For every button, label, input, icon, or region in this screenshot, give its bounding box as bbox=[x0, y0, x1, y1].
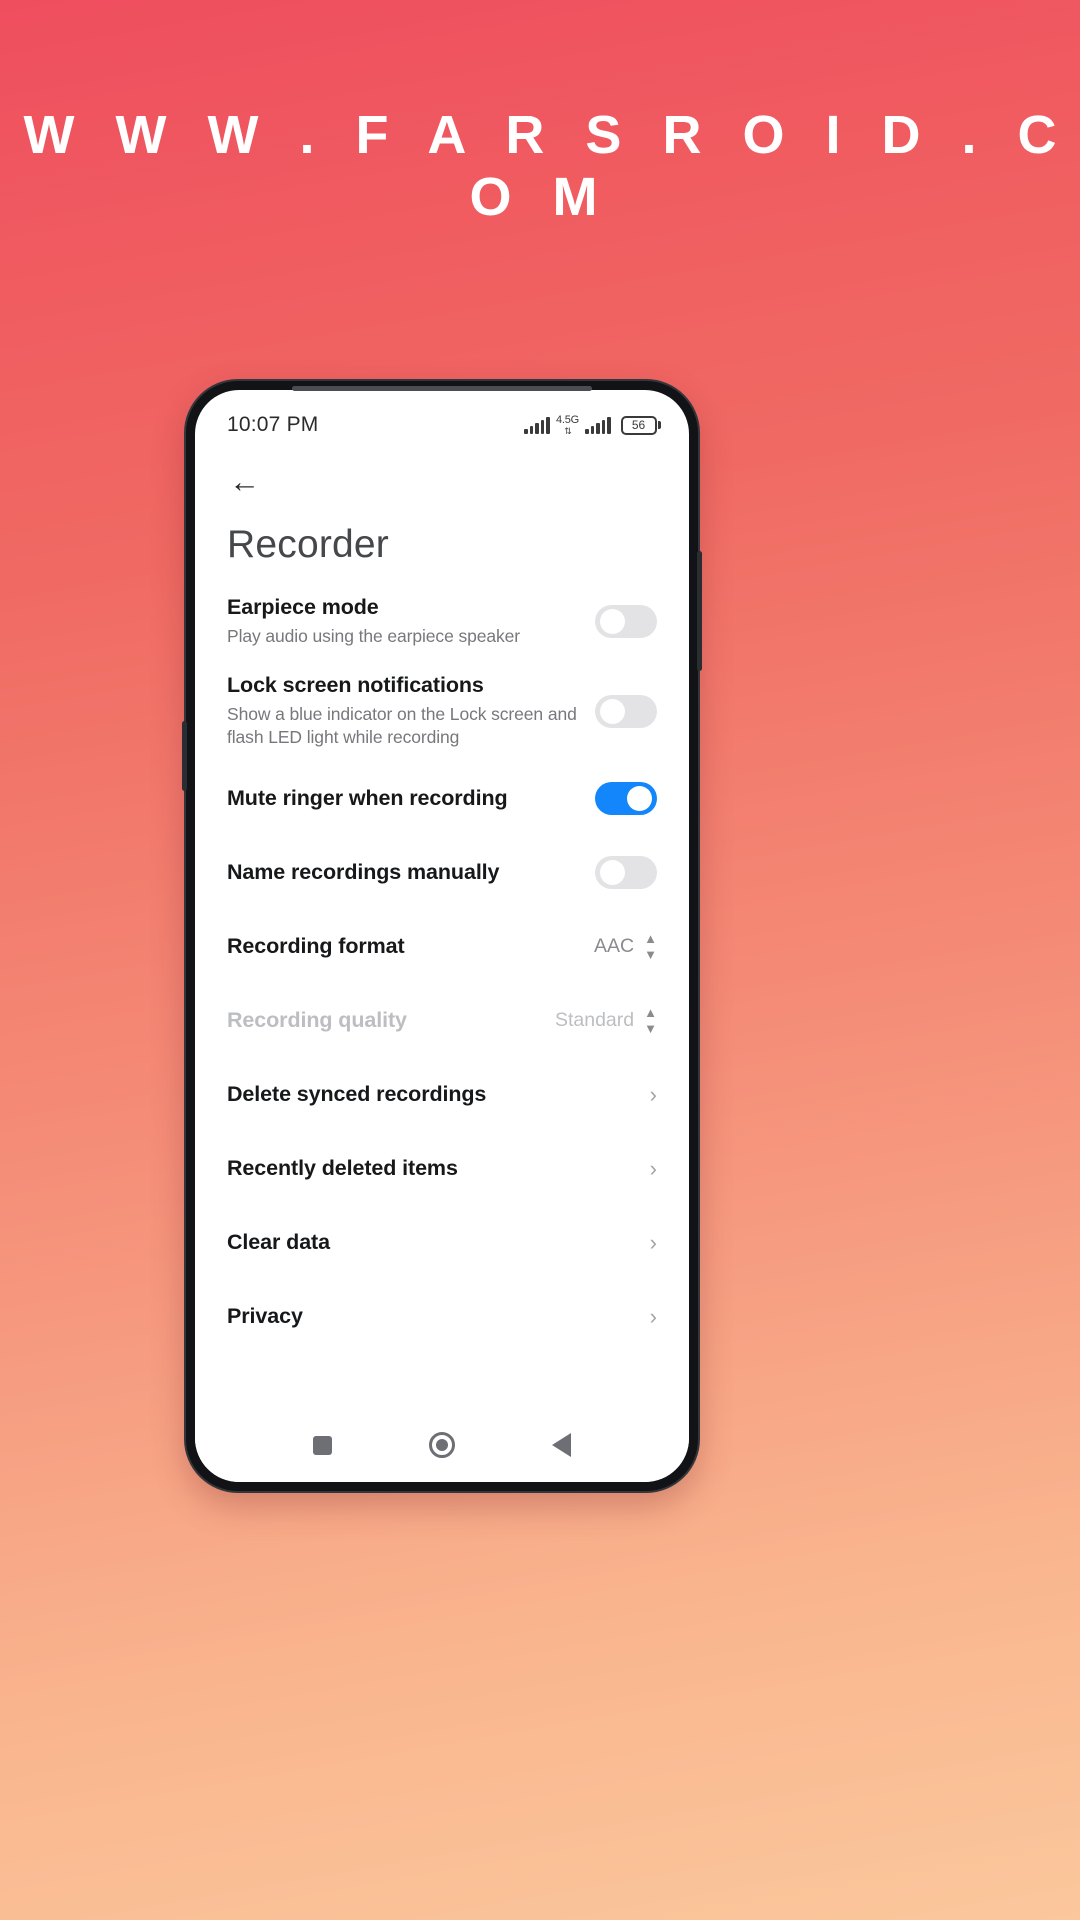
phone-screen: 10:07 PM 4.5G ⇅ 56 ← Recorder Earpiece m… bbox=[195, 390, 689, 1482]
chevron-right-icon[interactable]: › bbox=[650, 1305, 657, 1328]
network-type-indicator: 4.5G ⇅ bbox=[555, 413, 579, 436]
row-texts: Name recordings manually bbox=[227, 860, 500, 885]
setting-row-recording-quality: Recording quality Standard ▲ ▼ bbox=[227, 984, 657, 1058]
setting-row-recording-format[interactable]: Recording format AAC ▲ ▼ bbox=[227, 910, 657, 984]
settings-list: Earpiece mode Play audio using the earpi… bbox=[227, 583, 657, 1354]
phone-device-frame: 10:07 PM 4.5G ⇅ 56 ← Recorder Earpiece m… bbox=[182, 381, 702, 1491]
chevron-updown-icon: ▲ ▼ bbox=[644, 1005, 657, 1037]
setting-value-recording-quality: Standard bbox=[554, 1009, 635, 1032]
toggle-knob bbox=[600, 609, 625, 635]
setting-title: Earpiece mode bbox=[227, 595, 379, 619]
row-right: › bbox=[650, 1231, 657, 1254]
row-texts: Recording quality bbox=[227, 1008, 407, 1033]
toggle-knob bbox=[600, 860, 625, 886]
row-right bbox=[595, 782, 657, 816]
setting-title: Clear data bbox=[227, 1230, 330, 1255]
android-navigation-bar bbox=[195, 1408, 689, 1482]
battery-cap bbox=[658, 421, 661, 429]
phone-earpiece-speaker bbox=[292, 386, 592, 391]
row-texts: Delete synced recordings bbox=[227, 1082, 486, 1107]
back-row: ← bbox=[227, 446, 657, 497]
row-right: › bbox=[650, 1157, 657, 1180]
row-texts: Mute ringer when recording bbox=[227, 786, 508, 811]
setting-title: Privacy bbox=[227, 1304, 303, 1329]
toggle-knob bbox=[627, 786, 652, 812]
page-title: Recorder bbox=[227, 523, 389, 566]
back-arrow-icon[interactable]: ← bbox=[229, 466, 260, 497]
setting-subtitle: Play audio using the earpiece speaker bbox=[227, 626, 521, 646]
row-right: Standard ▲ ▼ bbox=[555, 1006, 657, 1035]
setting-row-privacy[interactable]: Privacy › bbox=[227, 1280, 657, 1354]
setting-title: Recording format bbox=[227, 934, 405, 959]
row-texts: Recently deleted items bbox=[227, 1156, 458, 1181]
setting-subtitle: Show a blue indicator on the Lock screen… bbox=[227, 703, 577, 748]
toggle-earpiece-mode[interactable] bbox=[595, 605, 657, 639]
row-right: › bbox=[650, 1305, 657, 1328]
chevron-right-icon[interactable]: › bbox=[650, 1231, 657, 1254]
row-right: › bbox=[650, 1083, 657, 1106]
toggle-mute-ringer-when-recording[interactable] bbox=[595, 782, 657, 816]
setting-row-recently-deleted-items[interactable]: Recently deleted items › bbox=[227, 1132, 657, 1206]
setting-title: Lock screen notifications bbox=[227, 672, 484, 697]
signal-bars-sim2-icon bbox=[585, 416, 611, 434]
setting-title: Name recordings manually bbox=[227, 860, 500, 885]
chevron-right-icon[interactable]: › bbox=[650, 1083, 657, 1106]
row-texts: Recording format bbox=[227, 934, 405, 959]
row-texts: Privacy bbox=[227, 1304, 303, 1329]
toggle-lock-screen-notifications[interactable] bbox=[595, 694, 657, 728]
row-right bbox=[595, 856, 657, 890]
home-circle-inner bbox=[435, 1439, 448, 1451]
status-bar-clock: 10:07 PM bbox=[227, 413, 319, 436]
recents-square-icon[interactable] bbox=[313, 1435, 333, 1455]
data-transfer-arrows-icon: ⇅ bbox=[564, 425, 571, 436]
toggle-knob bbox=[600, 698, 625, 724]
setting-row-clear-data[interactable]: Clear data › bbox=[227, 1206, 657, 1280]
row-texts: Clear data bbox=[227, 1230, 330, 1255]
toggle-name-recordings-manually[interactable] bbox=[595, 856, 657, 890]
setting-title: Recently deleted items bbox=[227, 1156, 458, 1181]
signal-bars-sim1-icon bbox=[524, 416, 550, 434]
battery-icon: 56 bbox=[620, 415, 661, 435]
recorder-settings-screen: ← Recorder Earpiece mode Play audio usin… bbox=[195, 446, 689, 1408]
setting-row-name-recordings-manually[interactable]: Name recordings manually bbox=[227, 836, 657, 910]
battery-body: 56 bbox=[620, 415, 657, 435]
home-circle-icon[interactable] bbox=[428, 1432, 455, 1458]
setting-title: Delete synced recordings bbox=[227, 1082, 487, 1107]
back-triangle-icon[interactable] bbox=[551, 1433, 571, 1457]
battery-percent-label: 56 bbox=[631, 418, 646, 432]
setting-value-recording-format: AAC bbox=[594, 935, 635, 958]
network-type-label: 4.5G bbox=[555, 413, 579, 426]
row-right: AAC ▲ ▼ bbox=[594, 932, 657, 961]
row-right bbox=[595, 605, 657, 639]
chevron-right-icon[interactable]: › bbox=[650, 1157, 657, 1180]
status-bar-icons: 4.5G ⇅ 56 bbox=[524, 413, 661, 436]
setting-title: Mute ringer when recording bbox=[227, 786, 508, 811]
row-texts: Lock screen notifications Show a blue in… bbox=[227, 673, 581, 750]
setting-row-delete-synced-recordings[interactable]: Delete synced recordings › bbox=[227, 1058, 657, 1132]
setting-row-mute-ringer-when-recording[interactable]: Mute ringer when recording bbox=[227, 762, 657, 836]
setting-row-earpiece-mode[interactable]: Earpiece mode Play audio using the earpi… bbox=[227, 583, 657, 661]
row-right bbox=[595, 694, 657, 728]
status-bar: 10:07 PM 4.5G ⇅ 56 bbox=[195, 390, 689, 446]
setting-title: Recording quality bbox=[227, 1008, 407, 1033]
setting-row-lock-screen-notifications[interactable]: Lock screen notifications Show a blue in… bbox=[227, 661, 657, 762]
site-watermark: W W W . F A R S R O I D . C O M bbox=[23, 105, 1070, 227]
row-texts: Earpiece mode Play audio using the earpi… bbox=[227, 595, 520, 649]
chevron-updown-icon[interactable]: ▲ ▼ bbox=[644, 932, 657, 961]
